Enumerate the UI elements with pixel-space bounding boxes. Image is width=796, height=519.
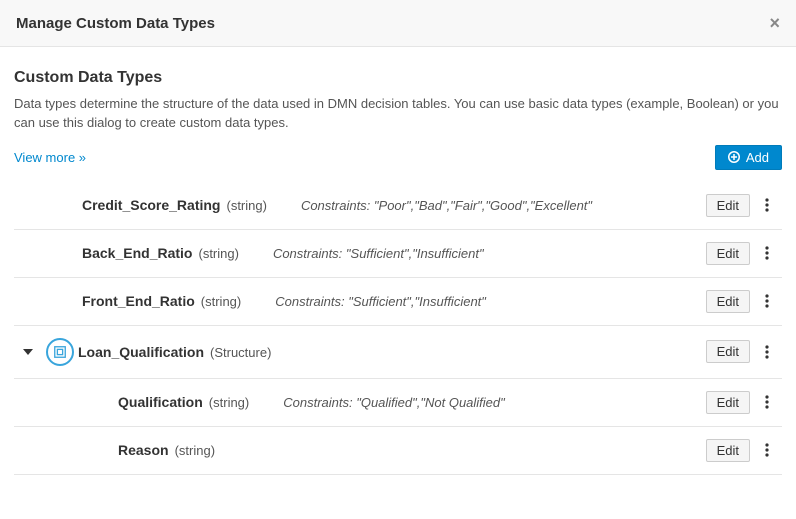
data-type-type: (string) [201, 294, 241, 309]
data-type-name: Credit_Score_Rating [82, 197, 220, 213]
close-icon[interactable]: × [769, 14, 780, 32]
kebab-icon[interactable] [760, 393, 774, 411]
data-type-row: Loan_Qualification (Structure) Edit [14, 326, 782, 379]
data-type-row: Front_End_Ratio (string) Constraints: "S… [14, 278, 782, 326]
edit-button[interactable]: Edit [706, 439, 750, 462]
section-title: Custom Data Types [14, 69, 782, 87]
data-type-row: Credit_Score_Rating (string) Constraints… [14, 182, 782, 230]
edit-button[interactable]: Edit [706, 194, 750, 217]
plus-icon [728, 151, 740, 163]
data-type-name: Qualification [118, 394, 203, 410]
data-type-constraints: Constraints: "Poor","Bad","Fair","Good",… [301, 198, 592, 213]
edit-button[interactable]: Edit [706, 391, 750, 414]
data-type-type: (string) [209, 395, 249, 410]
dialog-title: Manage Custom Data Types [16, 15, 215, 32]
data-type-constraints: Constraints: "Sufficient","Insufficient" [275, 294, 486, 309]
expand-toggle[interactable] [14, 347, 42, 357]
data-type-name: Back_End_Ratio [82, 245, 192, 261]
dialog-body: Custom Data Types Data types determine t… [0, 47, 796, 182]
data-type-row: Qualification (string) Constraints: "Qua… [14, 379, 782, 427]
data-type-row: Back_End_Ratio (string) Constraints: "Su… [14, 230, 782, 278]
data-type-constraints: Constraints: "Qualified","Not Qualified" [283, 395, 505, 410]
kebab-icon[interactable] [760, 343, 774, 361]
toolbar-row: View more » Add [14, 145, 782, 170]
kebab-icon[interactable] [760, 196, 774, 214]
data-type-list-wrapper: Credit_Score_Rating (string) Constraints… [0, 182, 796, 519]
data-type-list[interactable]: Credit_Score_Rating (string) Constraints… [14, 182, 782, 505]
add-button-label: Add [746, 150, 769, 165]
data-type-name: Loan_Qualification [78, 344, 204, 360]
data-type-constraints: Constraints: "Sufficient","Insufficient" [273, 246, 484, 261]
data-type-type: (string) [175, 443, 215, 458]
edit-button[interactable]: Edit [706, 340, 750, 363]
data-type-name: Front_End_Ratio [82, 293, 195, 309]
data-type-name: Reason [118, 442, 169, 458]
edit-button[interactable]: Edit [706, 290, 750, 313]
structure-icon-wrap [42, 338, 78, 366]
add-button[interactable]: Add [715, 145, 782, 170]
chevron-down-icon [23, 347, 33, 357]
data-type-row: Reason (string) Edit [14, 427, 782, 475]
kebab-icon[interactable] [760, 244, 774, 262]
manage-data-types-dialog: Manage Custom Data Types × Custom Data T… [0, 0, 796, 519]
view-more-link[interactable]: View more » [14, 150, 86, 165]
data-type-type: (string) [226, 198, 266, 213]
kebab-icon[interactable] [760, 441, 774, 459]
kebab-icon[interactable] [760, 292, 774, 310]
data-type-type: (string) [198, 246, 238, 261]
structure-icon [46, 338, 74, 366]
edit-button[interactable]: Edit [706, 242, 750, 265]
dialog-header: Manage Custom Data Types × [0, 0, 796, 47]
data-type-type: (Structure) [210, 345, 271, 360]
section-description: Data types determine the structure of th… [14, 95, 782, 133]
